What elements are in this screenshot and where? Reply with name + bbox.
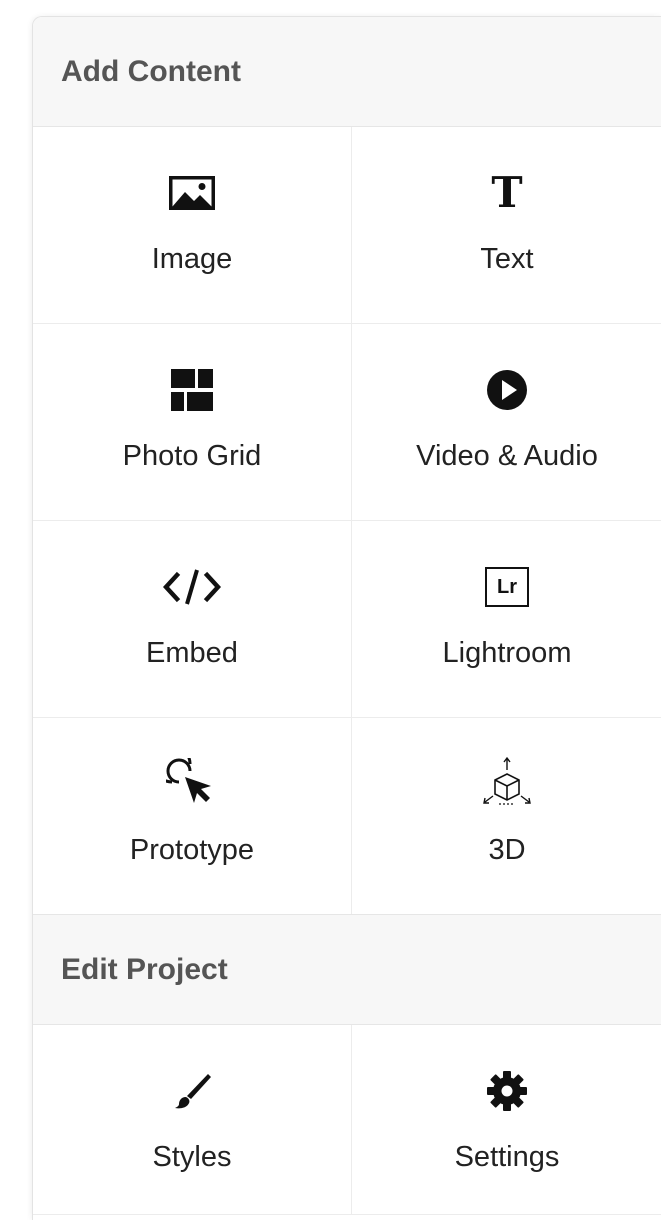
add-text-tile[interactable]: T Text: [352, 127, 661, 324]
settings-label: Settings: [454, 1141, 560, 1173]
prototype-label: Prototype: [129, 834, 255, 866]
add-content-header: Add Content: [33, 17, 661, 127]
add-3d-tile[interactable]: 3D: [352, 718, 661, 914]
embed-label: Embed: [146, 637, 238, 669]
add-content-title: Add Content: [61, 54, 241, 88]
brush-icon: [162, 1061, 222, 1121]
add-embed-tile[interactable]: Embed: [33, 521, 352, 718]
photo-grid-label: Photo Grid: [122, 440, 262, 472]
add-video-audio-tile[interactable]: Video & Audio: [352, 324, 661, 521]
photo-grid-icon: [162, 360, 222, 420]
styles-label: Styles: [152, 1141, 232, 1173]
settings-tile[interactable]: Settings: [352, 1025, 661, 1215]
add-photo-grid-tile[interactable]: Photo Grid: [33, 324, 352, 521]
lightroom-label: Lightroom: [442, 637, 572, 669]
add-content-panel: Add Content Image T Text Photo Grid Vide…: [32, 16, 661, 1220]
image-label: Image: [151, 243, 233, 275]
play-icon: [477, 360, 537, 420]
add-prototype-tile[interactable]: Prototype: [33, 718, 352, 914]
image-icon: [162, 163, 222, 223]
text-icon: T: [477, 163, 537, 223]
gear-icon: [477, 1061, 537, 1121]
text-glyph: T: [491, 168, 523, 217]
edit-project-header: Edit Project: [33, 914, 661, 1025]
add-lightroom-tile[interactable]: Lr Lightroom: [352, 521, 661, 718]
text-label: Text: [480, 243, 534, 275]
edit-project-grid: Styles Settings: [33, 1025, 661, 1215]
styles-tile[interactable]: Styles: [33, 1025, 352, 1215]
3d-label: 3D: [488, 834, 526, 866]
add-image-tile[interactable]: Image: [33, 127, 352, 324]
video-audio-label: Video & Audio: [416, 440, 598, 472]
lightroom-icon: Lr: [477, 557, 537, 617]
3d-cube-icon: [477, 754, 537, 814]
code-icon: [162, 557, 222, 617]
add-content-grid: Image T Text Photo Grid Video & Audio Em…: [33, 127, 661, 914]
lightroom-badge-text: Lr: [497, 575, 517, 598]
edit-project-title: Edit Project: [61, 952, 228, 986]
prototype-cursor-icon: [162, 754, 222, 814]
